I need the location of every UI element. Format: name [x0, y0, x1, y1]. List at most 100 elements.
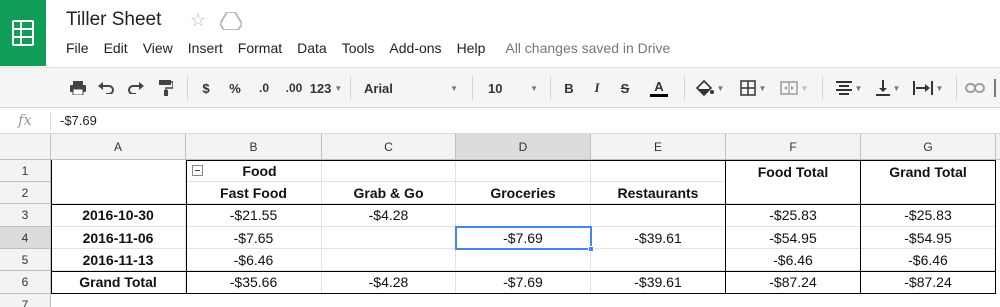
formula-bar: fx -$7.69 [0, 108, 1000, 134]
cell-g5[interactable]: -$6.46 [861, 249, 996, 271]
percent-format-button[interactable]: % [224, 68, 246, 108]
cell-b3[interactable]: -$21.55 [186, 204, 322, 227]
toolbar-overflow[interactable] [990, 68, 1000, 108]
cell-a3[interactable]: 2016-10-30 [51, 204, 186, 227]
cell-f4[interactable]: -$54.95 [726, 227, 861, 249]
cell-c2[interactable]: Grab & Go [322, 182, 456, 204]
menu-format[interactable]: Format [238, 40, 282, 56]
cell-f6[interactable]: -$87.24 [726, 271, 861, 294]
redo-icon[interactable] [124, 68, 148, 108]
font-size-select[interactable]: 10 ▼ [482, 68, 544, 108]
menu-addons[interactable]: Add-ons [389, 40, 441, 56]
cell-b1[interactable]: Food [186, 160, 322, 182]
bold-button[interactable]: B [558, 68, 580, 108]
move-to-folder-icon[interactable] [218, 11, 244, 35]
cell-a6[interactable]: Grand Total [51, 271, 186, 294]
cell-c5[interactable] [322, 249, 456, 271]
cell-c3[interactable]: -$4.28 [322, 204, 456, 227]
sheets-logo[interactable] [0, 0, 46, 66]
column-header-a[interactable]: A [51, 134, 186, 160]
column-header-b[interactable]: B [186, 134, 322, 160]
row-header-6[interactable]: 6 [0, 271, 51, 294]
cell-c4[interactable] [322, 227, 456, 249]
row-header-3[interactable]: 3 [0, 204, 51, 227]
fill-color-button[interactable]: ▼ [692, 68, 728, 108]
borders-button[interactable]: ▼ [734, 68, 772, 108]
collapse-group-icon[interactable] [192, 165, 203, 176]
toolbar-separator [956, 76, 957, 100]
menu-data[interactable]: Data [297, 40, 327, 56]
cell-f1[interactable]: Food Total [726, 160, 861, 204]
cell-c1[interactable] [322, 160, 456, 182]
paint-format-icon[interactable] [154, 68, 178, 108]
row-header-1[interactable]: 1 [0, 160, 51, 182]
menu-tools[interactable]: Tools [342, 40, 375, 56]
decrease-decimal-button[interactable]: .0 [252, 68, 276, 108]
cell-b2[interactable]: Fast Food [186, 182, 322, 204]
row-header-7[interactable]: 7 [0, 294, 51, 307]
cell-e2[interactable]: Restaurants [591, 182, 726, 204]
cell-c6[interactable]: -$4.28 [322, 271, 456, 294]
cell-e4[interactable]: -$39.61 [591, 227, 726, 249]
cell-e1[interactable] [591, 160, 726, 182]
caret-down-icon: ▼ [854, 83, 863, 93]
menu-insert[interactable]: Insert [188, 40, 223, 56]
column-header-h[interactable] [996, 134, 1000, 160]
cell-a1[interactable] [51, 160, 186, 204]
document-title[interactable]: Tiller Sheet [66, 9, 161, 31]
cell-d3[interactable] [456, 204, 591, 227]
column-header-f[interactable]: F [726, 134, 861, 160]
cell-g6[interactable]: -$87.24 [861, 271, 996, 294]
select-all-corner[interactable] [0, 134, 51, 160]
text-wrapping-button[interactable]: ▼ [908, 68, 948, 108]
cell-b5[interactable]: -$6.46 [186, 249, 322, 271]
font-family-select[interactable]: Arial ▼ [358, 68, 464, 108]
column-header-d[interactable]: D [456, 134, 591, 160]
fill-handle[interactable] [588, 246, 594, 252]
cell-g1[interactable]: Grand Total [861, 160, 996, 204]
menu-view[interactable]: View [143, 40, 173, 56]
row-header-4[interactable]: 4 [0, 227, 51, 249]
cell-d5[interactable] [456, 249, 591, 271]
cell-e5[interactable] [591, 249, 726, 271]
more-formats-button[interactable]: 123 ▼ [308, 68, 344, 108]
increase-decimal-button[interactable]: .00 [282, 68, 306, 108]
row-header-2[interactable]: 2 [0, 182, 51, 204]
italic-button[interactable]: I [586, 68, 608, 108]
merge-cells-button[interactable]: ▼ [774, 68, 814, 108]
cell-d6[interactable]: -$7.69 [456, 271, 591, 294]
currency-format-button[interactable]: $ [196, 68, 216, 108]
cell-b6[interactable]: -$35.66 [186, 271, 322, 294]
cell-d1[interactable] [456, 160, 591, 182]
star-icon[interactable]: ☆ [190, 10, 206, 31]
menu-edit[interactable]: Edit [104, 40, 128, 56]
strikethrough-button[interactable]: S [614, 68, 636, 108]
print-icon[interactable] [66, 68, 90, 108]
undo-icon[interactable] [94, 68, 118, 108]
cell-e3[interactable] [591, 204, 726, 227]
menu-file[interactable]: File [66, 40, 89, 56]
cell-g4[interactable]: -$54.95 [861, 227, 996, 249]
cell-a4[interactable]: 2016-11-06 [51, 227, 186, 249]
cell-d2[interactable]: Groceries [456, 182, 591, 204]
horizontal-align-button[interactable]: ▼ [830, 68, 868, 108]
column-header-c[interactable]: C [322, 134, 456, 160]
pivot-border [51, 204, 996, 205]
row-header-5[interactable]: 5 [0, 249, 51, 271]
save-status[interactable]: All changes saved in Drive [505, 40, 670, 56]
cell-e6[interactable]: -$39.61 [591, 271, 726, 294]
cell-f5[interactable]: -$6.46 [726, 249, 861, 271]
pivot-border [51, 271, 996, 272]
cell-a5[interactable]: 2016-11-13 [51, 249, 186, 271]
column-header-e[interactable]: E [591, 134, 726, 160]
cell-b4[interactable]: -$7.65 [186, 227, 322, 249]
formula-input[interactable]: -$7.69 [60, 113, 97, 128]
column-header-g[interactable]: G [861, 134, 996, 160]
text-color-button[interactable]: A [642, 68, 676, 108]
insert-link-icon[interactable] [962, 68, 988, 108]
menu-help[interactable]: Help [457, 40, 486, 56]
cell-g3[interactable]: -$25.83 [861, 204, 996, 227]
vertical-align-button[interactable]: ▼ [870, 68, 906, 108]
cell-f3[interactable]: -$25.83 [726, 204, 861, 227]
cell-d4[interactable]: -$7.69 [456, 227, 591, 249]
